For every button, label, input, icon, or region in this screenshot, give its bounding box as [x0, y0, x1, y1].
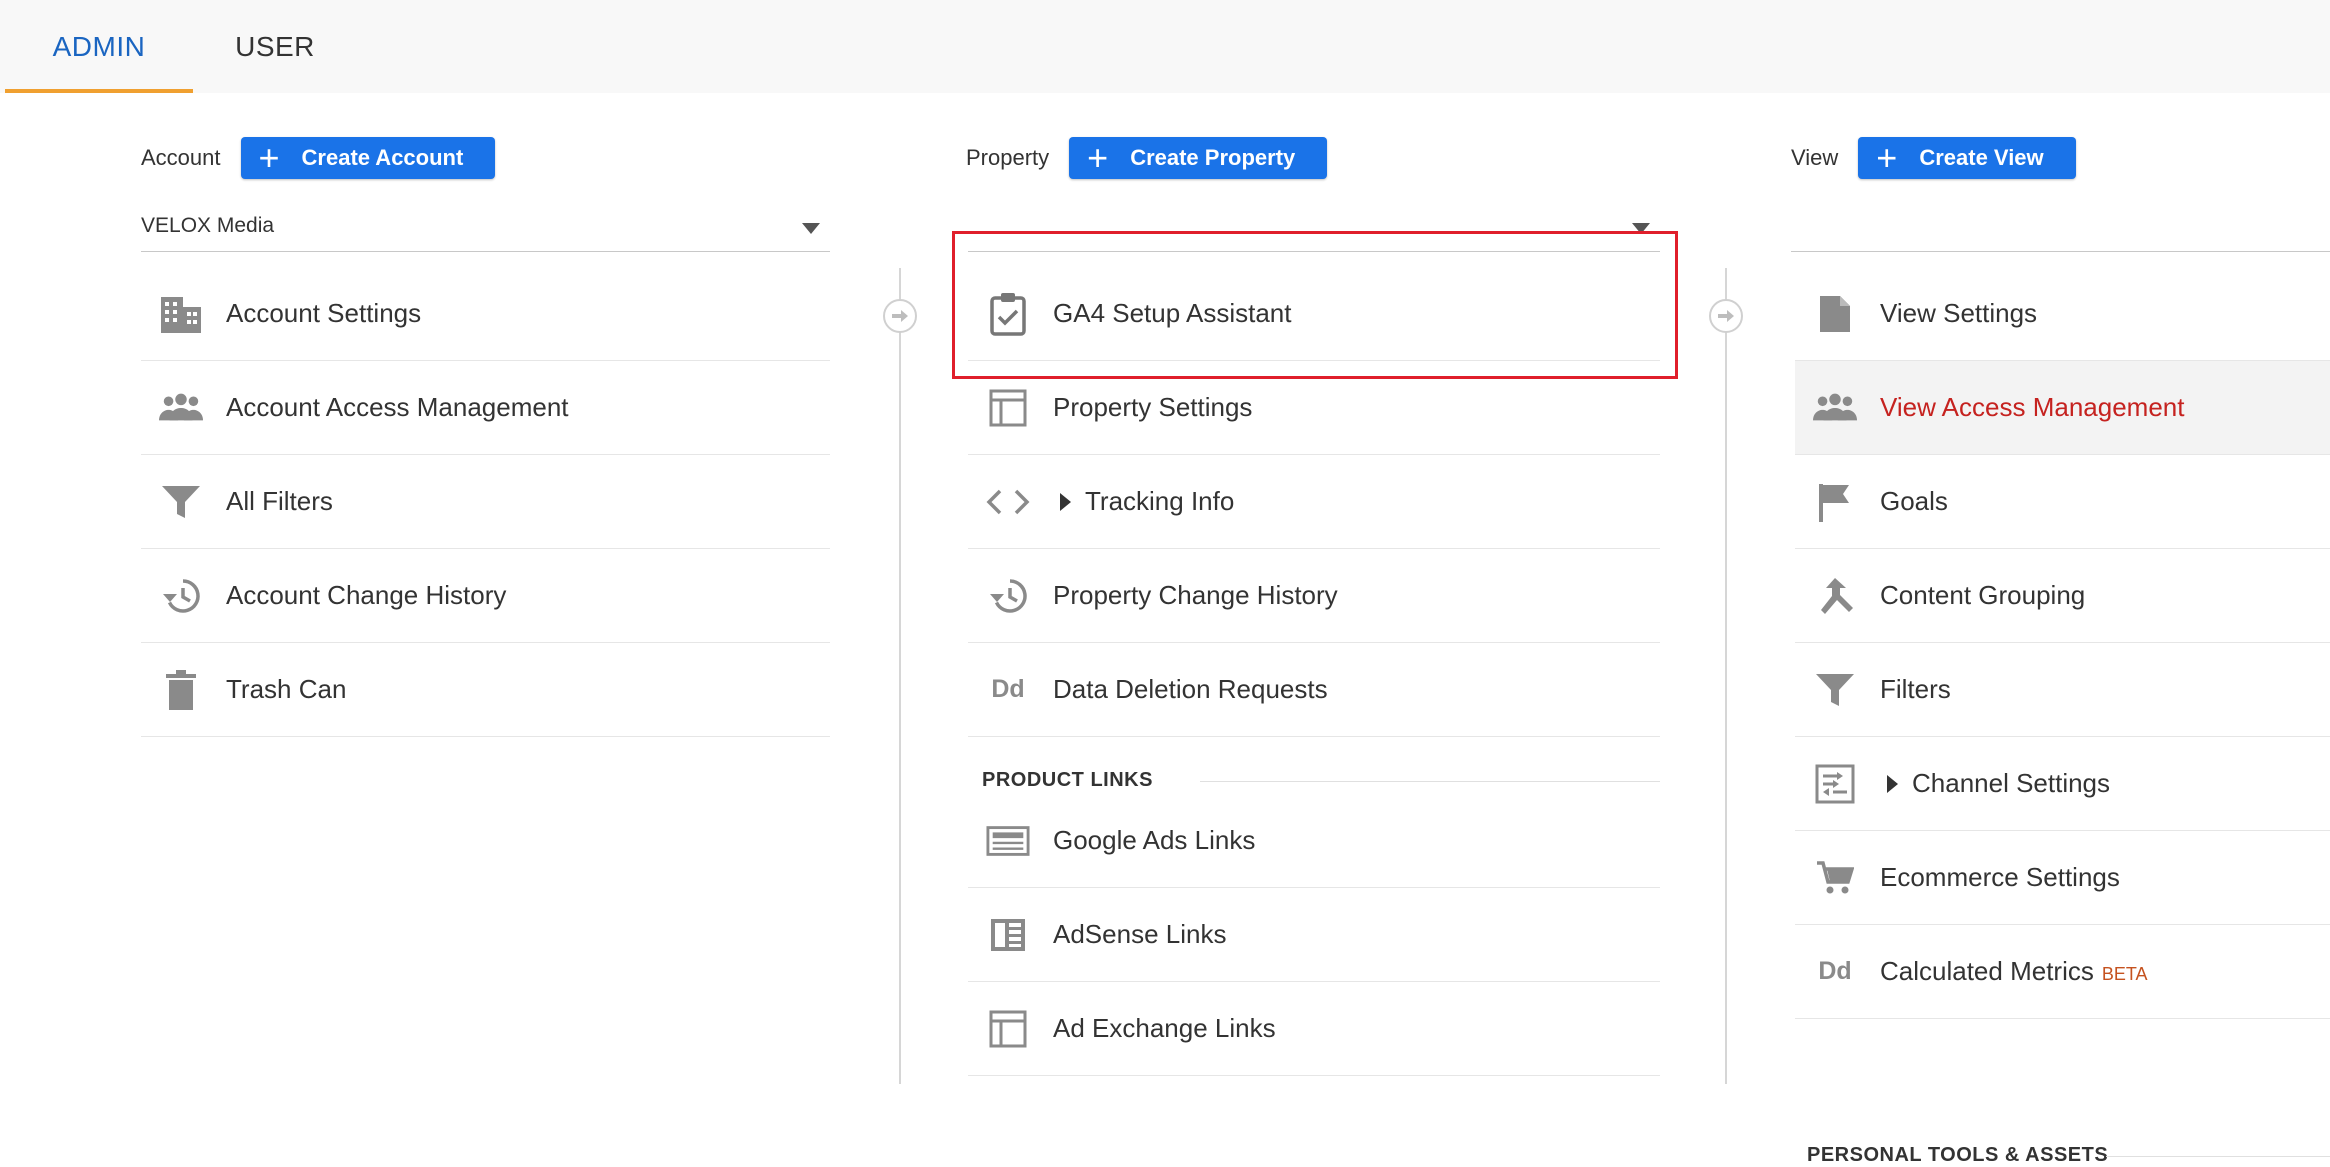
all-filters-label: All Filters: [226, 486, 333, 516]
view-column: View + Create View View Settings View Ac…: [1660, 93, 2330, 1166]
people-icon: [159, 386, 203, 430]
data-deletion-requests-label: Data Deletion Requests: [1053, 674, 1328, 704]
account-selected-value: VELOX Media: [141, 214, 275, 237]
google-ads-links-item[interactable]: Google Ads Links: [968, 794, 1660, 888]
account-change-history-label: Account Change History: [226, 580, 507, 610]
account-access-management-item[interactable]: Account Access Management: [141, 361, 830, 455]
plus-icon: +: [258, 137, 280, 178]
calculated-metrics-label: Calculated Metrics: [1880, 956, 2094, 986]
dropdown-caret-icon: [1632, 223, 1650, 234]
view-access-management-label: View Access Management: [1880, 392, 2185, 422]
create-view-label: Create View: [1919, 145, 2044, 170]
merge-icon: [1813, 574, 1857, 618]
product-links-heading: PRODUCT LINKS: [982, 769, 1153, 791]
calculated-metrics-label-wrap: Calculated Metrics BETA: [1880, 956, 2148, 987]
account-settings-label: Account Settings: [226, 298, 422, 328]
all-filters-item[interactable]: All Filters: [141, 455, 830, 549]
clipboard-check-icon: [986, 292, 1030, 336]
account-change-history-item[interactable]: Account Change History: [141, 549, 830, 643]
ga4-setup-assistant-label: GA4 Setup Assistant: [1053, 298, 1292, 328]
property-label: Property: [966, 145, 1050, 170]
dropdown-caret-icon: [802, 223, 820, 234]
dd-icon: Dd: [1818, 957, 1852, 985]
channel-icon: [1813, 762, 1857, 806]
goals-label: Goals: [1880, 486, 1948, 516]
view-selector[interactable]: [1791, 201, 2330, 252]
view-header: View + Create View: [1791, 137, 2076, 179]
google-ads-links-label: Google Ads Links: [1053, 825, 1256, 855]
adsense-icon: [986, 913, 1030, 957]
ads-icon: [986, 819, 1030, 863]
account-settings-item[interactable]: Account Settings: [141, 267, 830, 361]
dd-icon: Dd: [991, 675, 1025, 703]
trash-can-label: Trash Can: [226, 674, 347, 704]
ad-exchange-links-label: Ad Exchange Links: [1053, 1013, 1276, 1043]
filters-item[interactable]: Filters: [1795, 643, 2330, 737]
account-column: Account + Create Account VELOX Media Acc…: [0, 93, 830, 1084]
create-account-button[interactable]: + Create Account: [240, 137, 496, 179]
flag-icon: [1813, 480, 1857, 524]
history-icon: [159, 574, 203, 618]
expand-triangle-icon[interactable]: [1887, 774, 1898, 793]
channel-settings-item[interactable]: Channel Settings: [1795, 737, 2330, 831]
property-change-history-label: Property Change History: [1053, 580, 1338, 610]
top-tab-bar: ADMIN USER: [0, 0, 2330, 93]
document-icon: [1813, 292, 1857, 336]
section-divider: [2106, 1156, 2330, 1157]
content-grouping-label: Content Grouping: [1880, 580, 2086, 610]
data-deletion-requests-item[interactable]: Dd Data Deletion Requests: [968, 643, 1660, 737]
history-icon: [986, 574, 1030, 618]
filter-icon: [1813, 668, 1857, 712]
content-grouping-item[interactable]: Content Grouping: [1795, 549, 2330, 643]
building-icon: [159, 292, 203, 336]
create-view-button[interactable]: + Create View: [1858, 137, 2076, 179]
view-access-management-item[interactable]: View Access Management: [1795, 361, 2330, 455]
cart-icon: [1813, 856, 1857, 900]
code-icon: [986, 480, 1030, 524]
view-settings-item[interactable]: View Settings: [1795, 267, 2330, 361]
layout-icon: [986, 1007, 1030, 1051]
plus-icon: +: [1087, 137, 1109, 178]
plus-icon: +: [1876, 137, 1898, 178]
adsense-links-item[interactable]: AdSense Links: [968, 888, 1660, 982]
account-selector[interactable]: VELOX Media: [141, 201, 830, 252]
account-label: Account: [141, 145, 221, 170]
property-settings-label: Property Settings: [1053, 392, 1253, 422]
personal-tools-heading: PERSONAL TOOLS & ASSETS: [1807, 1144, 2109, 1166]
create-property-label: Create Property: [1130, 145, 1296, 170]
filters-label: Filters: [1880, 674, 1951, 704]
trash-can-item[interactable]: Trash Can: [141, 643, 830, 737]
property-column: Property + Create Property GA4 Setup Ass…: [830, 93, 1660, 1084]
channel-settings-label: Channel Settings: [1912, 768, 2111, 798]
ecommerce-settings-label: Ecommerce Settings: [1880, 862, 2120, 892]
calculated-metrics-item[interactable]: Dd Calculated Metrics BETA: [1795, 925, 2330, 1019]
view-settings-label: View Settings: [1880, 298, 2038, 328]
create-account-label: Create Account: [301, 145, 464, 170]
tab-user[interactable]: USER: [205, 0, 345, 93]
people-icon: [1813, 386, 1857, 430]
tracking-info-label: Tracking Info: [1085, 486, 1235, 516]
beta-badge: BETA: [2101, 964, 2148, 984]
goals-item[interactable]: Goals: [1795, 455, 2330, 549]
view-label: View: [1791, 145, 1839, 170]
ga4-setup-assistant-item[interactable]: GA4 Setup Assistant: [968, 267, 1660, 361]
section-divider: [1200, 781, 1660, 782]
property-header: Property + Create Property: [966, 137, 1328, 179]
expand-triangle-icon[interactable]: [1060, 492, 1071, 511]
property-settings-item[interactable]: Property Settings: [968, 361, 1660, 455]
ad-exchange-links-item[interactable]: Ad Exchange Links: [968, 982, 1660, 1076]
property-selector[interactable]: [968, 201, 1660, 252]
trash-icon: [159, 668, 203, 712]
layout-icon: [986, 386, 1030, 430]
account-header: Account + Create Account: [141, 137, 496, 179]
account-access-management-label: Account Access Management: [226, 392, 569, 422]
ecommerce-settings-item[interactable]: Ecommerce Settings: [1795, 831, 2330, 925]
tab-admin[interactable]: ADMIN: [5, 0, 193, 93]
tracking-info-item[interactable]: Tracking Info: [968, 455, 1660, 549]
create-property-button[interactable]: + Create Property: [1069, 137, 1328, 179]
adsense-links-label: AdSense Links: [1053, 919, 1227, 949]
property-change-history-item[interactable]: Property Change History: [968, 549, 1660, 643]
filter-icon: [159, 480, 203, 524]
